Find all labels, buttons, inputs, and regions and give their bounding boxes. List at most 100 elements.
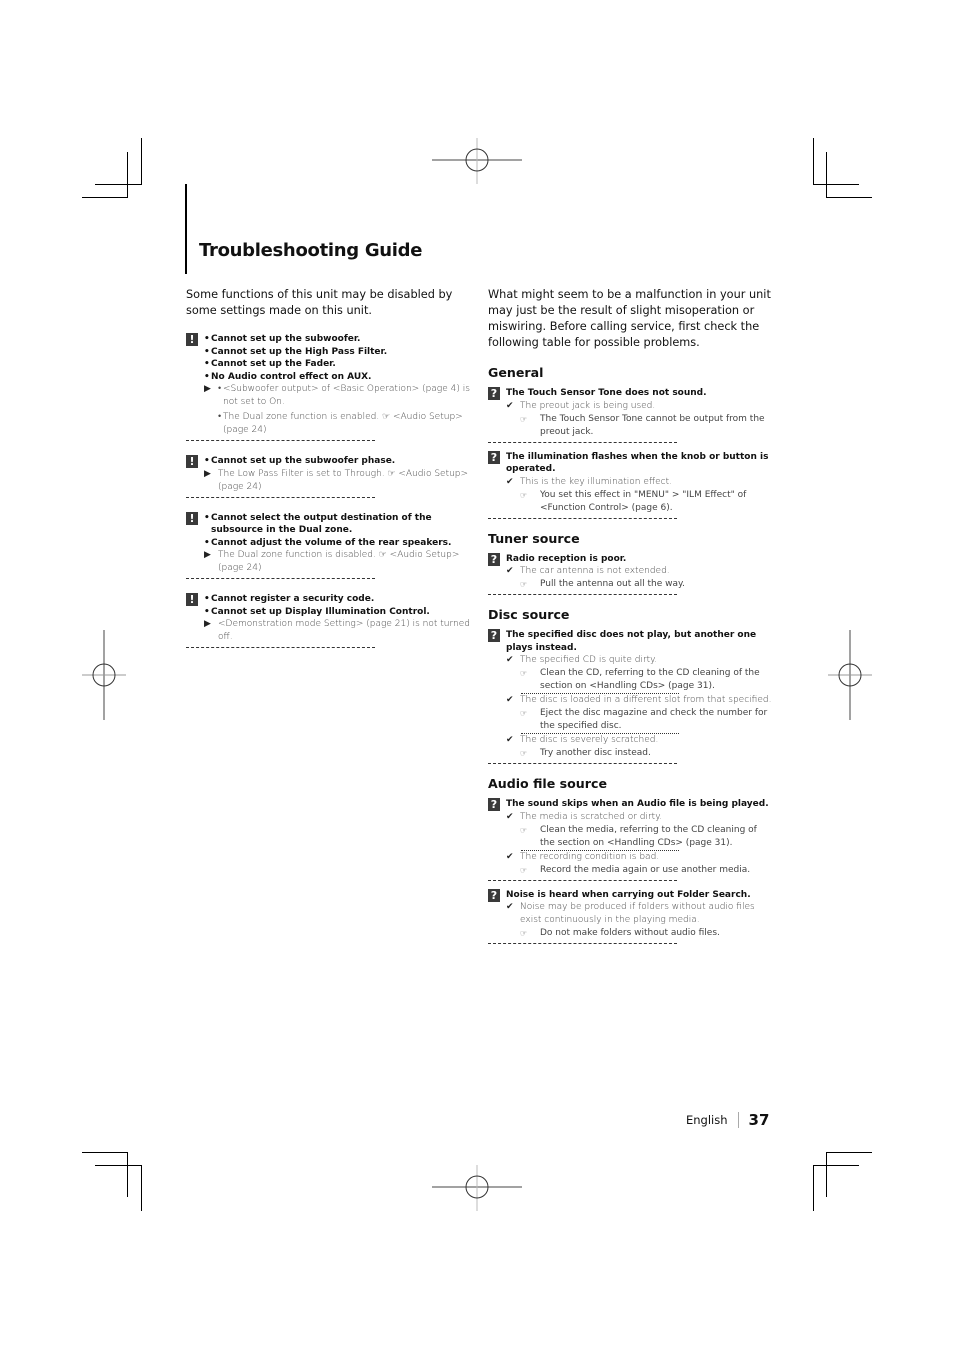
cause-text: The disc is loaded in a different slot f…: [520, 695, 772, 705]
check-icon: ✔: [506, 400, 514, 411]
reference-hand-icon: ☞: [520, 929, 528, 938]
right-column: What might seem to be a malfunction in y…: [488, 287, 773, 956]
bullet-icon: •: [204, 346, 210, 357]
problem-block: ? The Touch Sensor Tone does not sound. ✔ T…: [488, 387, 765, 443]
language-label: English: [686, 1113, 728, 1127]
section-heading: Tuner source: [488, 530, 580, 546]
problem-block: ? Noise is heard when carrying out Folder…: [488, 888, 755, 944]
section-heading: Disc source: [488, 607, 570, 622]
problem-text: Noise is heard when carrying out Folder …: [506, 889, 751, 900]
cause-item: ✔ The recording condition is bad.: [506, 851, 773, 864]
bullet-icon: •: [204, 512, 210, 523]
problem-block: ? The specified disc does not play, but a…: [488, 629, 771, 764]
issue-text: Cannot set up the High Pass Filter.: [211, 346, 388, 357]
check-icon: ✔: [506, 811, 514, 822]
caution-block: ! • Cannot set up the subwoofer phase. ▶ The…: [186, 455, 468, 498]
problem-body: The specified disc does not play, but an…: [506, 629, 773, 760]
reference-hand-icon: ☞: [520, 414, 528, 424]
remedy-item: ☞ Try another disc instead.: [506, 747, 773, 760]
question-icon: ?: [488, 629, 500, 642]
remedy-text: Pull the antenna out all the way.: [540, 579, 685, 589]
issue-item: • Cannot set up Display Illumination Cont…: [204, 606, 471, 619]
cause-item: ✔ The preout jack is being used.: [506, 400, 773, 413]
problem-block: ? Radio reception is poor. ✔ The car antenn…: [488, 552, 685, 595]
reference-hand-icon: ☞: [520, 490, 528, 500]
issue-item: • Cannot register a security code.: [204, 593, 471, 606]
issue-text: Cannot set up the subwoofer phase.: [211, 456, 396, 466]
question-icon: ?: [488, 888, 500, 902]
remedy-text: Do not make folders without audio files.: [540, 928, 720, 938]
problem-text: The illumination flashes when the knob o…: [506, 451, 769, 475]
check-icon: ✔: [506, 476, 514, 487]
cause-text: The media is scratched or dirty.: [520, 811, 663, 822]
troubleshooting-sections: General? The Touch Sensor Tone does not s…: [488, 365, 773, 944]
issue-text: Cannot select the output destination of …: [211, 512, 432, 536]
problem-block: ? The sound skips when an Audio file is b…: [488, 798, 769, 881]
caution-body: • Cannot set up the subwoofer. • Cannot set…: [204, 333, 471, 437]
registration-mark-bottom: [432, 1165, 522, 1211]
section: Tuner source? Radio reception is poor. ✔ Th…: [488, 530, 773, 595]
cause-item: ▶ The Low Pass Filter is set to Through. …: [204, 468, 471, 494]
issue-text: Cannot adjust the volume of the rear spe…: [211, 537, 452, 548]
right-intro: What might seem to be a malfunction in y…: [488, 288, 771, 349]
check-icon: ✔: [506, 735, 514, 745]
cause-text: The car antenna is not extended.: [520, 566, 670, 576]
title-accent-bar: [185, 184, 187, 274]
arrow-right-icon: ▶: [204, 550, 211, 560]
problem-text: The specified disc does not play, but an…: [506, 630, 757, 653]
cause-text: <Demonstration mode Setting> (page 21) i…: [218, 619, 470, 642]
caution-body: • Cannot select the output destination of…: [204, 512, 471, 576]
cause-text: The disc is severely scratched.: [520, 735, 659, 745]
reference-hand-icon: ☞: [520, 709, 528, 718]
remedy-item: ☞ Record the media again or use another m…: [506, 864, 773, 877]
problem-body: Radio reception is poor. ✔ The car antenna…: [506, 553, 773, 592]
issue-item: • No Audio control effect on AUX.: [204, 371, 471, 384]
cause-item: ▶ The Dual zone function is disabled. ☞ <…: [204, 549, 471, 575]
cause-text: The Dual zone function is disabled. ☞ <A…: [218, 550, 460, 573]
exclamation-icon: !: [186, 455, 198, 468]
bullet-icon: •: [204, 537, 210, 548]
reference-hand-icon: ☞: [520, 580, 528, 589]
remedy-item: ☞ Eject the disc magazine and check the n…: [506, 707, 773, 733]
arrow-right-icon: ▶: [204, 468, 211, 479]
cause-bullet: • <Subwoofer output> of <Basic Operation>…: [218, 383, 471, 409]
remedy-text: Eject the disc magazine and check the nu…: [540, 708, 768, 731]
cause-text: This is the key illumination effect.: [520, 476, 672, 487]
bullet-icon: •: [204, 371, 210, 382]
problem-text: The Touch Sensor Tone does not sound.: [506, 388, 707, 398]
bullet-icon: •: [204, 606, 210, 617]
cause-text: The specified CD is quite dirty.: [520, 655, 658, 665]
remedy-item: ☞ You set this effect in "MENU" > "ILM Ef…: [506, 489, 773, 515]
cause-item: • The Dual zone function is enabled. ☞ <A…: [204, 409, 471, 437]
problem-body: The Touch Sensor Tone does not sound. ✔ Th…: [506, 387, 773, 439]
problem-body: The illumination flashes when the knob o…: [506, 451, 773, 515]
question-icon: ?: [488, 387, 500, 400]
cause-item: ✔ The car antenna is not extended.: [506, 565, 773, 578]
cause-item: ✔ The disc is severely scratched.: [506, 734, 773, 747]
remedy-item: ☞ Do not make folders without audio files…: [506, 927, 773, 940]
exclamation-icon: !: [186, 333, 198, 346]
registration-mark-left: [82, 630, 126, 720]
remedy-item: ☞ Clean the CD, referring to the CD clean…: [506, 667, 773, 693]
remedy-text: You set this effect in "MENU" > "ILM Eff…: [540, 489, 747, 513]
question-icon: ?: [488, 798, 500, 811]
reference-hand-icon: ☞: [520, 669, 528, 678]
check-icon: ✔: [506, 695, 514, 705]
cause-text: The preout jack is being used.: [520, 400, 656, 411]
caution-list: ! • Cannot set up the subwoofer. • Cannot se…: [186, 333, 471, 648]
caution-body: • Cannot register a security code. • Cannot…: [204, 593, 471, 644]
issue-text: Cannot set up the Fader.: [211, 359, 336, 369]
cause-item: ✔ The specified CD is quite dirty.: [506, 654, 773, 667]
left-intro: Some functions of this unit may be disab…: [186, 288, 453, 317]
question-icon: ?: [488, 552, 500, 566]
check-icon: ✔: [506, 902, 514, 912]
arrow-right-icon: ▶: [204, 619, 211, 629]
page-number: 37: [748, 1111, 770, 1129]
bullet-icon: •: [204, 334, 210, 344]
reference-hand-icon: ☞: [520, 865, 528, 875]
caution-body: • Cannot set up the subwoofer phase. ▶ The …: [204, 455, 471, 494]
issue-text: Cannot register a security code.: [211, 594, 375, 604]
cause-item: ▶ <Demonstration mode Setting> (page 21) …: [204, 618, 471, 644]
issue-text: Cannot set up the subwoofer.: [211, 334, 361, 344]
